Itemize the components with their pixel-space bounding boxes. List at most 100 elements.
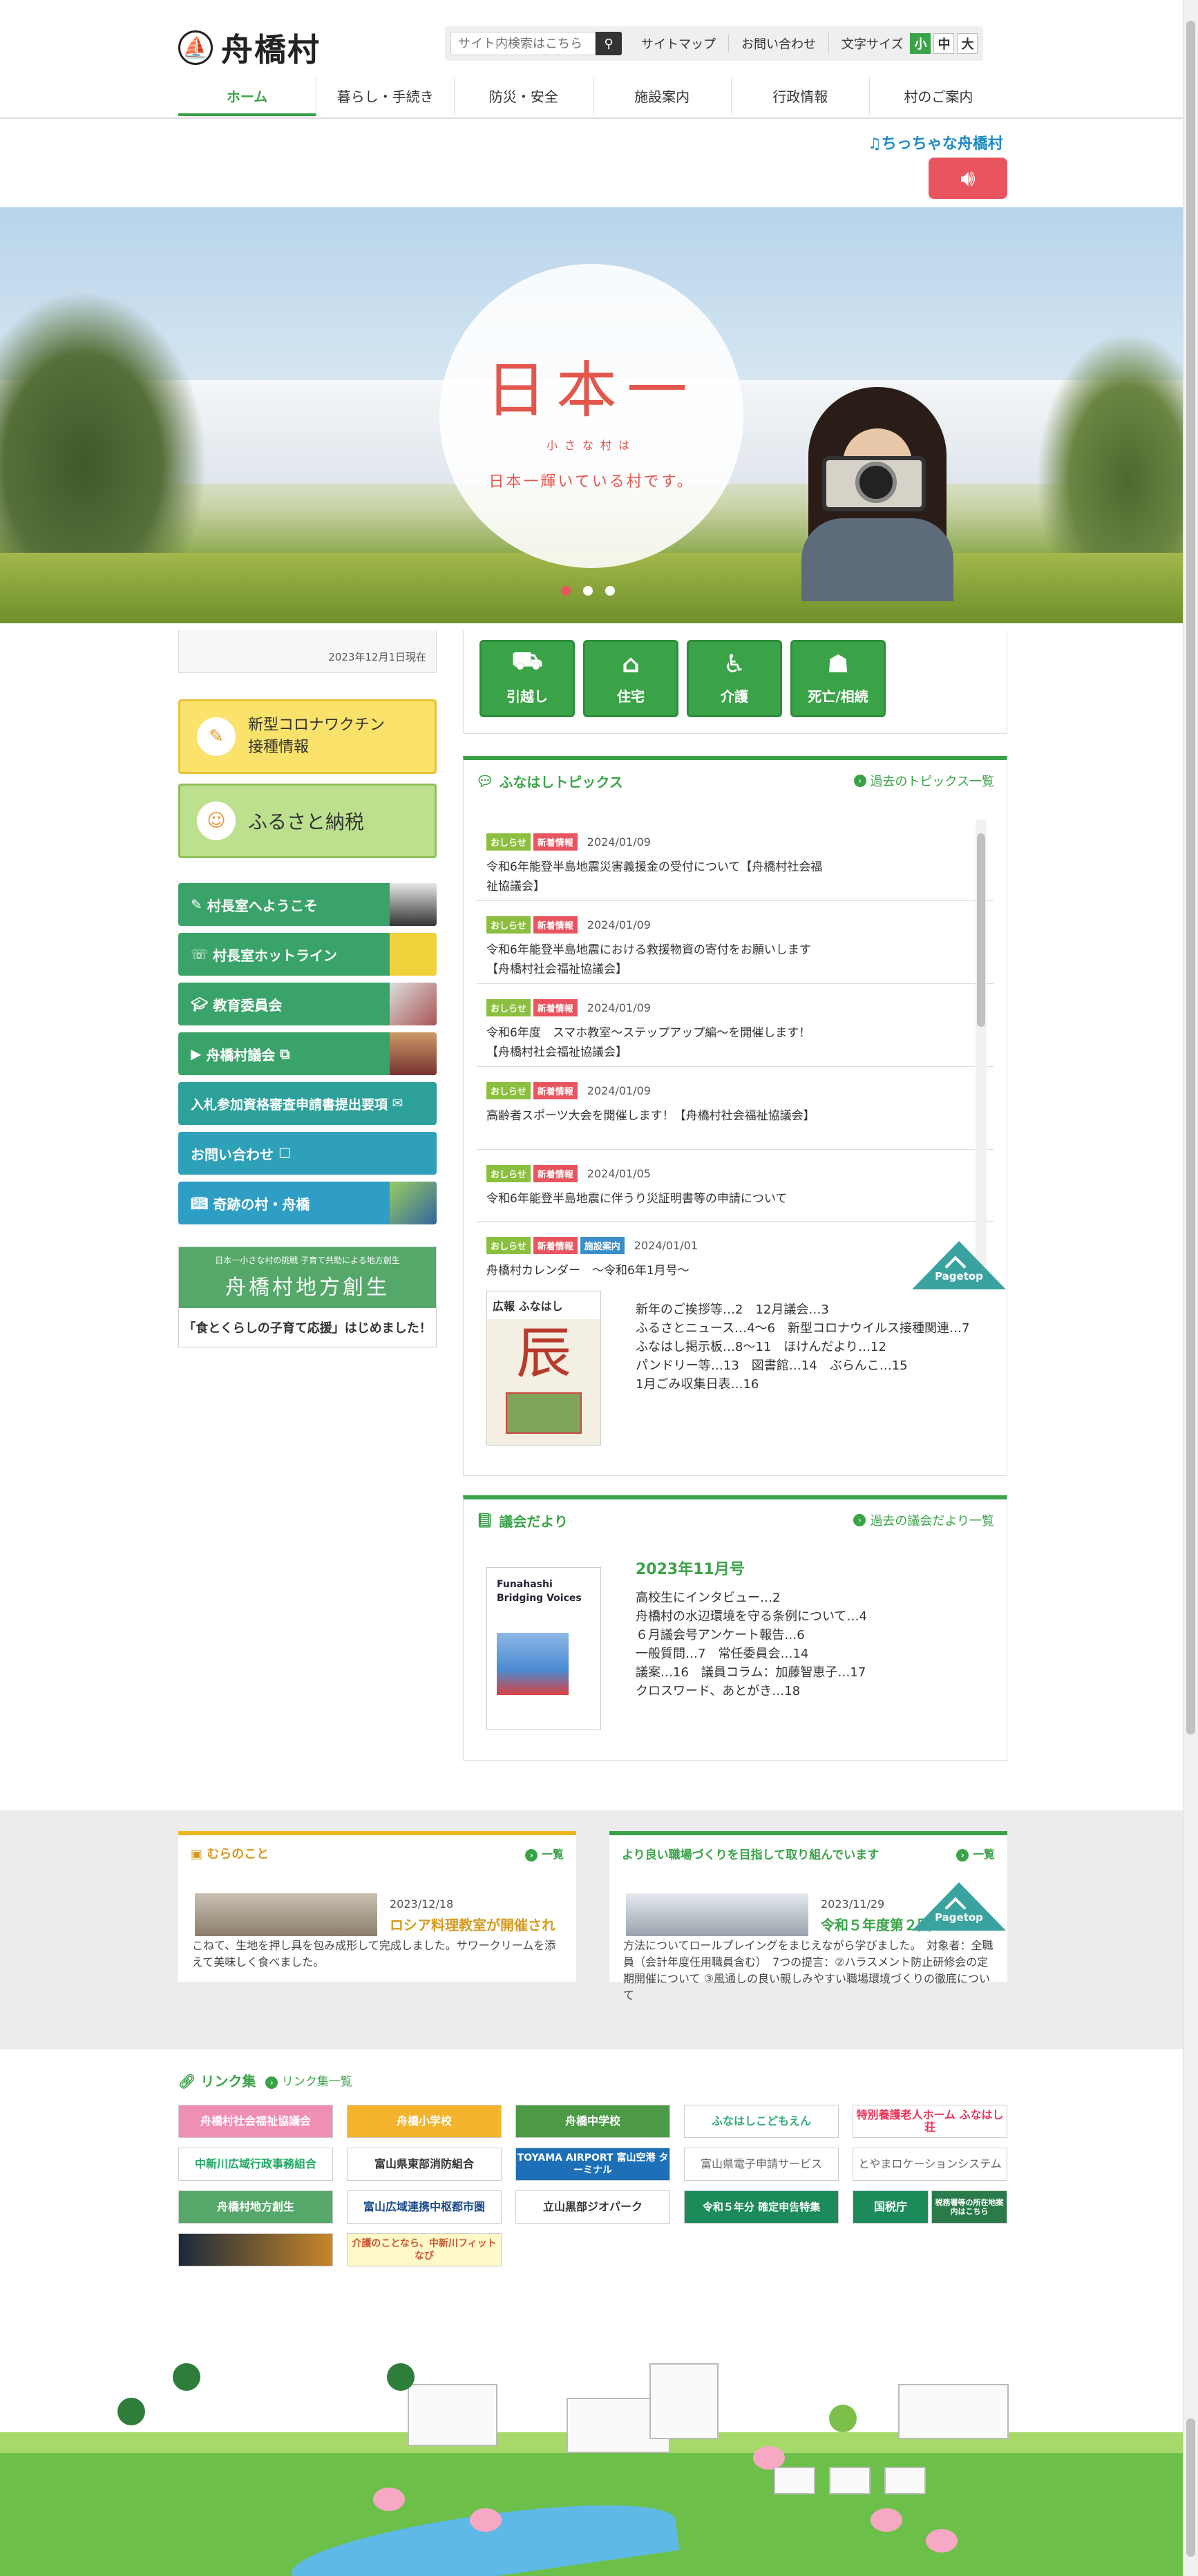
nav-village-guide[interactable]: 村のご案内 [870, 77, 1007, 116]
banner-e-application[interactable]: 富山県電子申請サービス [684, 2148, 839, 2181]
font-large-button[interactable]: 大 [957, 33, 978, 54]
mura-headline[interactable]: ロシア料理教室が開催され [390, 1914, 555, 1934]
site-logo[interactable]: ⛵ 舟橋村 [178, 25, 321, 70]
chevron-right-icon: › [853, 775, 866, 787]
contact-button[interactable]: お問い合わせ ☐ [178, 1132, 437, 1175]
mayor-hotline-button[interactable]: ☏ 村長室ホットライン [178, 933, 437, 976]
mura-card[interactable]: ▣ むらのこと › 一覧 2023/12/18 ロシア料理教室が開催され こねて、… [178, 1831, 576, 1982]
banner-funahashiso[interactable]: 特別養護老人ホーム ふなはし荘 [853, 2105, 1007, 2138]
font-small-button[interactable]: 小 [910, 33, 931, 54]
cherry-tree [373, 2488, 405, 2511]
bid-qualification-button[interactable]: 入札参加資格審査申請書提出要項 ✉ [178, 1082, 437, 1125]
mura-photo [195, 1893, 377, 1936]
links-header: 🔗︎ リンク集 › リンク集一覧 [178, 2070, 352, 2090]
topics-more-link[interactable]: › 過去のトピックス一覧 [853, 772, 994, 790]
topic-text: 令和6年度 スマホ教室～ステップアップ編～を開催します！【舟橋村社会福祉協議会】 [486, 1026, 811, 1059]
gikai-issue[interactable]: 2023年11月号 [636, 1560, 867, 1579]
child-support-banner[interactable]: 日本一小さな村の挑戦 子育て共助による地方創生 舟橋村地方創生 「食とくらしの子育… [178, 1247, 437, 1347]
links-more-link[interactable]: › リンク集一覧 [265, 2072, 352, 2089]
workplace-body: 方法についてロールプレイングをまじえながら学びました。 対象者：全職員（会計年度… [623, 1939, 993, 2002]
banner-kodomoen[interactable]: ふなはしこどもえん [684, 2105, 839, 2138]
topic-date: 2024/01/09 [587, 835, 651, 849]
nav-safety[interactable]: 防災・安全 [455, 77, 593, 116]
list-item[interactable]: おしらせ 新着情報 2024/01/09 令和6年能登半島地震における救援物資の寄付を… [477, 901, 993, 984]
site-search: ⚲ [450, 32, 622, 55]
chiichana-link[interactable]: ♫ちっちゃな舟橋村 [868, 131, 1003, 153]
banner-shakyo[interactable]: 舟橋村社会福祉協議会 [178, 2105, 333, 2138]
contact-link[interactable]: お問い合わせ [728, 35, 828, 53]
banner-nta[interactable]: 国税庁 [853, 2190, 929, 2224]
trees-left [0, 290, 207, 580]
scrollbar-thumb-lower[interactable] [1186, 2418, 1195, 2557]
scrollbar-thumb[interactable] [1186, 21, 1195, 1734]
slide-dot-2[interactable] [583, 586, 593, 596]
nav-living[interactable]: 暮らし・手続き [316, 77, 455, 116]
list-item[interactable]: おしらせ 新着情報 2024/01/09 高齢者スポーツ大会を開催します！【舟橋村社会… [477, 1067, 993, 1150]
corona-vaccine-banner[interactable]: ✎ 新型コロナワクチン 接種情報 [178, 699, 437, 774]
page-scrollbar[interactable] [1183, 0, 1198, 2576]
banner-tax-return[interactable]: 令和５年分 確定申告特集 [684, 2190, 839, 2224]
banner-tax-office[interactable]: 税務署等の所在地案内はこちら [931, 2190, 1007, 2224]
tag-new: 新着情報 [533, 1165, 578, 1182]
banner-airport[interactable]: TOYAMA AIRPORT 富山空港 ターミナル [515, 2148, 670, 2181]
gikai-line: 高校生にインタビュー…2 [636, 1591, 781, 1605]
chevron-right-icon: › [265, 2076, 278, 2089]
house [884, 2467, 926, 2494]
miracle-village-button[interactable]: 📖︎ 奇跡の村・舟橋 [178, 1182, 437, 1224]
tag-notice: おしらせ [486, 916, 531, 934]
nav-facilities[interactable]: 施設案内 [593, 77, 732, 116]
assembly-image [390, 1032, 437, 1075]
tag-new: 新着情報 [533, 1082, 578, 1099]
banner-chihou-sousei[interactable]: 舟橋村地方創生 [178, 2190, 333, 2224]
miracle-book-image [390, 1182, 437, 1224]
kouhou-line: ふるさとニュース…4～6 新型コロナウイルス接種関連…7 [636, 1321, 970, 1336]
gikai-cover[interactable]: Funahashi Bridging Voices [486, 1567, 601, 1730]
mayor-welcome-button[interactable]: ✎ 村長室へようこそ [178, 883, 437, 926]
topics-scrollbar-thumb[interactable] [977, 833, 985, 1027]
search-icon[interactable]: ⚲ [596, 32, 622, 55]
village-assembly-button[interactable]: ▶ 舟橋村議会 ⧉ [178, 1032, 437, 1075]
font-medium-button[interactable]: 中 [933, 33, 955, 54]
list-item[interactable]: おしらせ 新着情報 2024/01/05 令和6年能登半島地震に伴うり災証明書等の申請… [477, 1150, 993, 1222]
link-icon: 🔗︎ [178, 2073, 201, 2090]
banner-nakaniikawa[interactable]: 中新川広域行政事務組合 [178, 2148, 333, 2181]
banner-elementary[interactable]: 舟橋小学校 [347, 2105, 502, 2138]
slide-dot-1[interactable] [561, 586, 571, 596]
list-item[interactable]: おしらせ 新着情報 2024/01/09 令和6年度 スマホ教室～ステップアップ編～を… [477, 984, 993, 1067]
banner-junior-high[interactable]: 舟橋中学校 [515, 2105, 670, 2138]
banner-kaigo[interactable]: 介護のことなら、中新川フィットなび [347, 2233, 502, 2266]
kouhou-cover[interactable]: 広報 ふなはし 辰 [486, 1291, 601, 1446]
search-input[interactable] [450, 32, 596, 55]
topic-date: 2024/01/09 [587, 1001, 651, 1014]
nav-home[interactable]: ホーム [178, 77, 317, 116]
furusato-tax-banner[interactable]: ☺ ふるさと納税 [178, 784, 437, 858]
logo-text: 舟橋村 [221, 31, 321, 68]
topics-list[interactable]: おしらせ 新着情報 2024/01/09 令和6年能登半島地震災害義援金の受付について… [477, 818, 993, 1288]
sitemap-link[interactable]: サイトマップ [629, 35, 728, 53]
topic-date: 2024/01/09 [587, 1084, 651, 1097]
corona-line-1: 新型コロナワクチン [248, 717, 386, 734]
hero-slideshow[interactable]: 日本一 小さな村は 日本一輝いている村です。 [0, 207, 1183, 623]
workplace-more-link[interactable]: › 一覧 [956, 1845, 995, 1862]
topics-scrollbar[interactable] [976, 820, 987, 1285]
banner-dark-image[interactable] [178, 2233, 333, 2266]
banner-fire-dept[interactable]: 富山県東部消防組合 [347, 2148, 502, 2181]
village-emblem-icon: ⛵ [178, 30, 213, 65]
pagetop-button-2[interactable]: Pagetop [912, 1882, 1006, 1931]
pagetop-button[interactable]: Pagetop [912, 1241, 1006, 1289]
audio-button[interactable]: 🔊︎ [929, 158, 1007, 199]
mura-more-link[interactable]: › 一覧 [525, 1845, 564, 1862]
nav-administration[interactable]: 行政情報 [732, 77, 870, 116]
education-board-button[interactable]: 🎓︎ 教育委員会 [178, 983, 437, 1025]
town-illustration [0, 2322, 1183, 2576]
building [649, 2363, 719, 2439]
pine-tree [173, 2363, 200, 2391]
banner-geopark[interactable]: 立山黒部ジオパーク [515, 2190, 670, 2224]
building [898, 2384, 1009, 2439]
list-item[interactable]: おしらせ 新着情報 2024/01/09 令和6年能登半島地震災害義援金の受付について… [477, 818, 993, 901]
banner-location-system[interactable]: とやまロケーションシステム [853, 2148, 1007, 2181]
slide-dot-3[interactable] [605, 586, 615, 596]
banner-toyama-region[interactable]: 富山広域連携中枢都市圏 [347, 2190, 502, 2224]
gikai-more-link[interactable]: › 過去の議会だより一覧 [853, 1511, 994, 1529]
font-size-switcher: 文字サイズ 小 中 大 [828, 33, 978, 54]
